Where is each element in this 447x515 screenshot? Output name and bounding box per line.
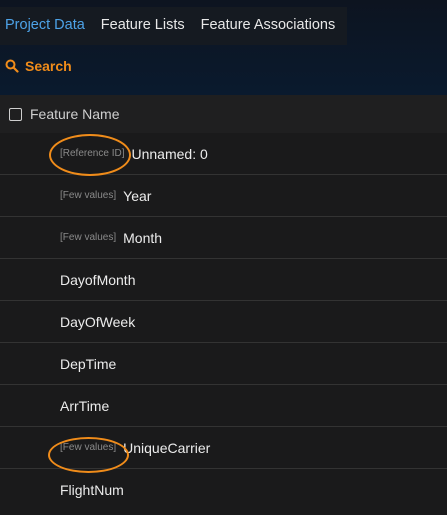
table-row[interactable]: DayOfWeek [0, 301, 447, 343]
table-row[interactable]: FlightNum [0, 469, 447, 511]
feature-name: DepTime [60, 355, 117, 372]
tab-project-data[interactable]: Project Data [0, 7, 93, 45]
search-label: Search [25, 58, 72, 74]
few-values-tag: [Few values] [60, 442, 117, 453]
feature-name: FlightNum [60, 482, 124, 498]
feature-name: Unnamed: 0 [131, 145, 208, 162]
feature-name-header: Feature Name [30, 106, 120, 122]
table-header: Feature Name [0, 95, 447, 134]
select-all-checkbox[interactable] [9, 107, 22, 121]
reference-id-tag: [Reference ID] [60, 148, 125, 159]
table-row[interactable]: [Few values] Month [0, 217, 447, 259]
few-values-tag: [Few values] [60, 232, 117, 243]
table-row[interactable]: DepTime [0, 343, 447, 385]
tab-bar: Project Data Feature Lists Feature Assoc… [0, 7, 347, 45]
feature-list: [Reference ID] Unnamed: 0 [Few values] Y… [0, 133, 447, 511]
table-row[interactable]: [Few values] UniqueCarrier [0, 427, 447, 469]
table-row[interactable]: DayofMonth [0, 259, 447, 301]
feature-name: UniqueCarrier [123, 439, 211, 456]
search-icon [5, 59, 19, 73]
table-row[interactable]: ArrTime [0, 385, 447, 427]
search-button[interactable]: Search [5, 58, 72, 74]
few-values-tag: [Few values] [60, 190, 117, 201]
feature-name: Year [123, 187, 152, 204]
feature-name: Month [123, 229, 163, 246]
feature-name: DayofMonth [60, 271, 136, 288]
feature-name: DayOfWeek [60, 313, 136, 330]
table-row[interactable]: [Reference ID] Unnamed: 0 [0, 133, 447, 175]
table-row[interactable]: [Few values] Year [0, 175, 447, 217]
feature-name: ArrTime [60, 397, 110, 414]
tab-feature-associations[interactable]: Feature Associations [193, 7, 344, 45]
tab-feature-lists[interactable]: Feature Lists [93, 7, 193, 45]
